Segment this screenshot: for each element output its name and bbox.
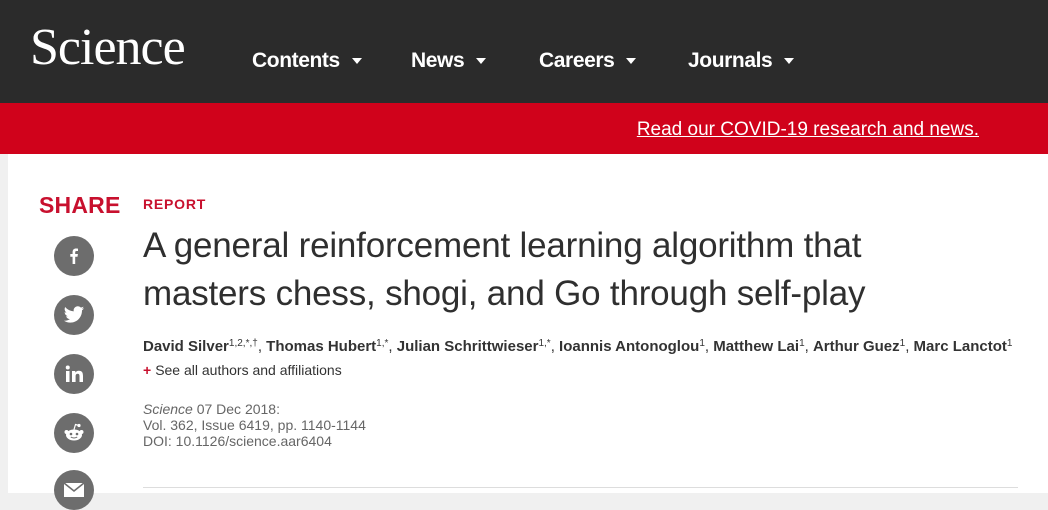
chevron-down-icon (784, 58, 795, 64)
facebook-icon[interactable] (54, 236, 94, 276)
article-type: REPORT (143, 196, 207, 212)
top-navigation: Science Contents News Careers Journals (0, 0, 1048, 103)
see-all-label: See all authors and affiliations (155, 362, 342, 378)
nav-contents[interactable]: Contents (252, 46, 362, 76)
reddit-icon[interactable] (54, 413, 94, 453)
reddit-glyph (64, 423, 84, 441)
nav-contents-label: Contents (252, 49, 340, 72)
journal-name: Science (143, 401, 193, 417)
science-logo[interactable]: Science (30, 18, 186, 78)
nav-journals[interactable]: Journals (688, 46, 795, 76)
author-name[interactable]: Ioannis Antonoglou (559, 338, 699, 355)
publication-date: 07 Dec 2018: (196, 401, 280, 417)
chevron-down-icon (476, 58, 487, 64)
author-affiliation[interactable]: 1,* (538, 338, 550, 349)
linkedin-glyph (65, 365, 83, 382)
author-name[interactable]: Arthur Guez (813, 338, 900, 355)
author-affiliation[interactable]: 1,2,*,† (229, 338, 258, 349)
citation-info: Science 07 Dec 2018: Vol. 362, Issue 641… (143, 401, 366, 449)
covid-news-link[interactable]: Read our COVID-19 research and news. (637, 118, 979, 142)
author-name[interactable]: Marc Lanctot (914, 338, 1007, 355)
twitter-icon[interactable] (54, 295, 94, 335)
see-all-authors-link[interactable]: + See all authors and affiliations (143, 362, 342, 378)
nav-journals-label: Journals (688, 49, 773, 72)
divider (143, 487, 1018, 488)
author-name[interactable]: Thomas Hubert (266, 338, 376, 355)
nav-careers-label: Careers (539, 49, 615, 72)
nav-careers[interactable]: Careers (539, 46, 637, 76)
volume-issue: Vol. 362, Issue 6419, pp. 1140-1144 (143, 417, 366, 433)
article-title: A general reinforcement learning algorit… (143, 226, 866, 313)
article-header: SHARE REPORT A general reinforcement lea… (8, 154, 1048, 510)
chevron-down-icon (351, 58, 362, 64)
author-name[interactable]: David Silver (143, 338, 229, 355)
linkedin-icon[interactable] (54, 354, 94, 394)
share-label: SHARE (39, 192, 121, 218)
publication-line: Science 07 Dec 2018: (143, 401, 366, 417)
doi[interactable]: DOI: 10.1126/science.aar6404 (143, 433, 366, 449)
covid-banner: Read our COVID-19 research and news. (0, 103, 1048, 154)
author-affiliation[interactable]: 1,* (376, 338, 388, 349)
email-glyph (63, 482, 85, 497)
plus-icon: + (143, 362, 152, 378)
facebook-glyph (70, 248, 78, 264)
author-name[interactable]: Matthew Lai (713, 338, 799, 355)
email-icon[interactable] (54, 470, 94, 510)
author-name[interactable]: Julian Schrittwieser (397, 338, 539, 355)
nav-news[interactable]: News (411, 46, 487, 76)
twitter-glyph (63, 306, 85, 323)
chevron-down-icon (626, 58, 637, 64)
author-affiliation[interactable]: 1 (1007, 338, 1013, 349)
nav-news-label: News (411, 49, 465, 72)
author-list: David Silver1,2,*,†, Thomas Hubert1,*, J… (143, 338, 1013, 355)
